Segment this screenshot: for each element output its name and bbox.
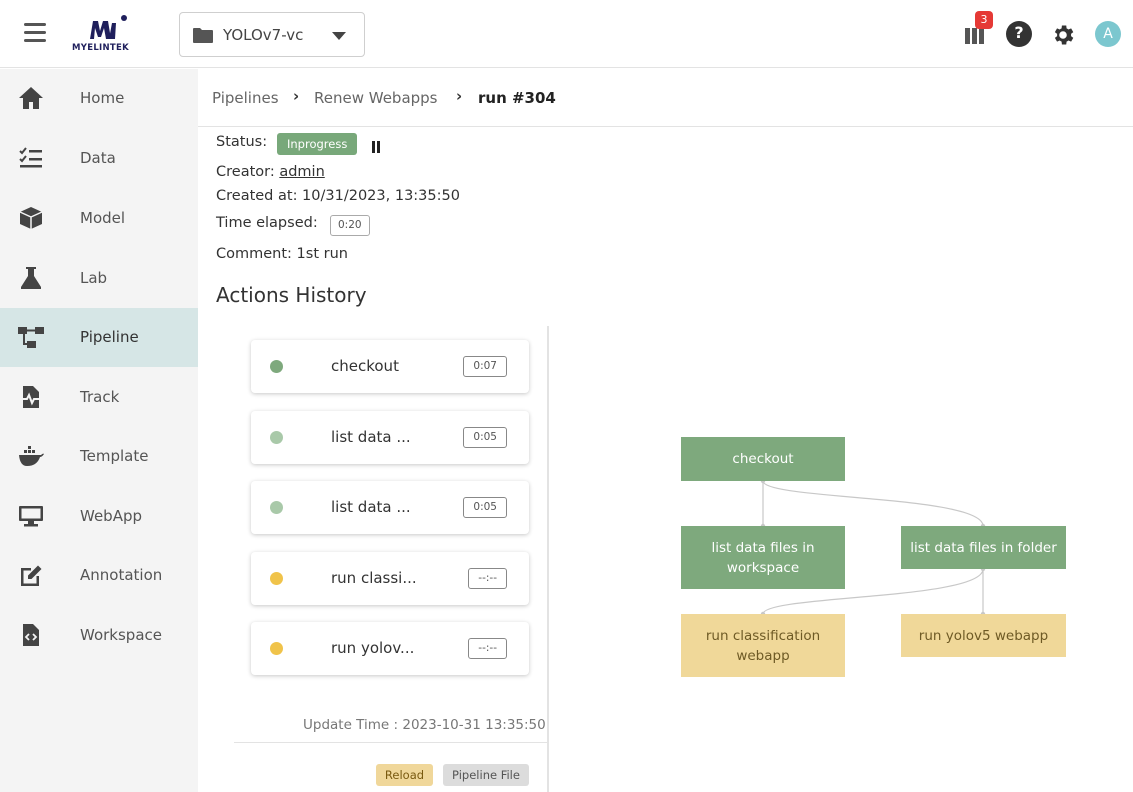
project-name: YOLOv7-vc bbox=[223, 26, 304, 44]
cube-icon bbox=[19, 207, 43, 229]
top-bar: MYELINTEK YOLOv7-vc 3 ? A bbox=[0, 0, 1133, 68]
checklist-icon bbox=[19, 147, 42, 168]
action-name: checkout bbox=[331, 357, 399, 375]
graph-node-checkout[interactable]: checkout bbox=[681, 437, 845, 481]
sidebar-item-data[interactable]: Data bbox=[0, 129, 198, 188]
edit-icon bbox=[21, 565, 42, 586]
graph-node-list-data-folder[interactable]: list data files in folder bbox=[901, 526, 1066, 569]
sidebar-item-track[interactable]: Track bbox=[0, 368, 198, 427]
edge-checkout-folder bbox=[762, 480, 984, 527]
chevron-right-icon: › bbox=[456, 87, 463, 105]
sidebar-item-lab[interactable]: Lab bbox=[0, 249, 198, 308]
update-time: Update Time : 2023-10-31 13:35:50 bbox=[303, 717, 546, 733]
creator-label: Creator: bbox=[216, 164, 275, 180]
status-dot-icon bbox=[270, 501, 283, 514]
status-dot-icon bbox=[270, 642, 283, 655]
action-card-run-classification[interactable]: run classi... --:-- bbox=[251, 552, 529, 605]
docker-icon bbox=[19, 446, 44, 466]
settings-button[interactable] bbox=[1050, 22, 1074, 46]
action-card-checkout[interactable]: checkout 0:07 bbox=[251, 340, 529, 393]
sidebar-item-label: Annotation bbox=[80, 566, 163, 584]
sidebar-item-home[interactable]: Home bbox=[0, 69, 198, 128]
monitor-icon bbox=[19, 506, 43, 527]
sidebar-item-label: Data bbox=[80, 149, 116, 167]
action-name: list data ... bbox=[331, 428, 411, 446]
breadcrumb-pipeline[interactable]: Renew Webapps bbox=[314, 89, 438, 107]
action-name: run classi... bbox=[331, 569, 417, 587]
breadcrumb-pipelines[interactable]: Pipelines bbox=[212, 89, 279, 107]
sidebar-item-label: Model bbox=[80, 209, 126, 227]
comment: Comment: 1st run bbox=[216, 246, 348, 262]
logo[interactable]: MYELINTEK bbox=[72, 13, 148, 57]
elapsed-label: Time elapsed: bbox=[216, 215, 318, 231]
status-dot-icon bbox=[270, 572, 283, 585]
action-card-list-data-workspace[interactable]: list data ... 0:05 bbox=[251, 411, 529, 464]
breadcrumb-run: run #304 bbox=[478, 89, 556, 107]
logo-text: MYELINTEK bbox=[72, 43, 130, 53]
gear-icon bbox=[1054, 25, 1074, 45]
logo-mark-icon bbox=[90, 15, 127, 39]
action-duration: --:-- bbox=[468, 568, 507, 589]
action-duration: --:-- bbox=[468, 638, 507, 659]
action-name: run yolov... bbox=[331, 639, 415, 657]
actions-history-title: Actions History bbox=[216, 283, 367, 307]
sidebar-item-annotation[interactable]: Annotation bbox=[0, 546, 198, 605]
sidebar-item-label: Home bbox=[80, 89, 125, 107]
notification-badge: 3 bbox=[975, 11, 993, 29]
status-dot-icon bbox=[270, 360, 283, 373]
chevron-right-icon: › bbox=[293, 87, 300, 105]
divider bbox=[234, 742, 547, 743]
sidebar-item-label: Pipeline bbox=[80, 328, 139, 346]
created-at: Created at: 10/31/2023, 13:35:50 bbox=[216, 188, 460, 204]
pause-icon[interactable] bbox=[372, 138, 382, 153]
elapsed-chip: 0:20 bbox=[330, 215, 370, 236]
sidebar-item-pipeline[interactable]: Pipeline bbox=[0, 308, 198, 367]
sidebar-item-webapp[interactable]: WebApp bbox=[0, 487, 198, 546]
action-duration: 0:05 bbox=[463, 497, 507, 518]
graph-node-run-classification[interactable]: run classification webapp bbox=[681, 614, 845, 677]
pipeline-file-button[interactable]: Pipeline File bbox=[443, 764, 529, 786]
panel-divider bbox=[547, 326, 549, 792]
graph-node-run-yolov5[interactable]: run yolov5 webapp bbox=[901, 614, 1066, 657]
action-card-run-yolov[interactable]: run yolov... --:-- bbox=[251, 622, 529, 675]
sidebar-item-label: WebApp bbox=[80, 507, 143, 525]
sidebar-item-label: Workspace bbox=[80, 626, 162, 644]
sidebar-item-label: Track bbox=[80, 388, 120, 406]
help-icon[interactable]: ? bbox=[1006, 21, 1032, 47]
home-icon bbox=[19, 87, 43, 109]
sidebar-item-template[interactable]: Template bbox=[0, 427, 198, 486]
action-duration: 0:07 bbox=[463, 356, 507, 377]
status-label: Status: bbox=[216, 134, 268, 150]
graph-node-list-data-workspace[interactable]: list data files in workspace bbox=[681, 526, 845, 589]
sidebar-item-label: Lab bbox=[80, 269, 108, 287]
menu-icon[interactable] bbox=[24, 23, 46, 43]
reload-button[interactable]: Reload bbox=[376, 764, 433, 786]
creator-row: Creator: admin bbox=[216, 164, 325, 180]
avatar[interactable]: A bbox=[1095, 21, 1121, 47]
pipeline-icon bbox=[18, 327, 44, 348]
action-card-list-data-folder[interactable]: list data ... 0:05 bbox=[251, 481, 529, 534]
notifications-button[interactable]: 3 bbox=[963, 11, 993, 46]
flask-icon bbox=[21, 267, 41, 289]
chevron-down-icon bbox=[332, 32, 346, 40]
status-badge: Inprogress bbox=[277, 133, 358, 155]
folder-icon bbox=[193, 28, 213, 43]
creator-link[interactable]: admin bbox=[279, 164, 324, 180]
sidebar-item-model[interactable]: Model bbox=[0, 189, 198, 248]
action-duration: 0:05 bbox=[463, 427, 507, 448]
sidebar: Home Data Model Lab Pipeline Track Templ… bbox=[0, 69, 198, 792]
project-select[interactable]: YOLOv7-vc bbox=[179, 12, 365, 57]
sidebar-item-workspace[interactable]: Workspace bbox=[0, 606, 198, 665]
breadcrumb: Pipelines › Renew Webapps › run #304 bbox=[198, 69, 1133, 127]
track-icon bbox=[21, 386, 41, 408]
status-dot-icon bbox=[270, 431, 283, 444]
code-file-icon bbox=[23, 624, 39, 646]
sidebar-item-label: Template bbox=[80, 447, 149, 465]
action-name: list data ... bbox=[331, 498, 411, 516]
